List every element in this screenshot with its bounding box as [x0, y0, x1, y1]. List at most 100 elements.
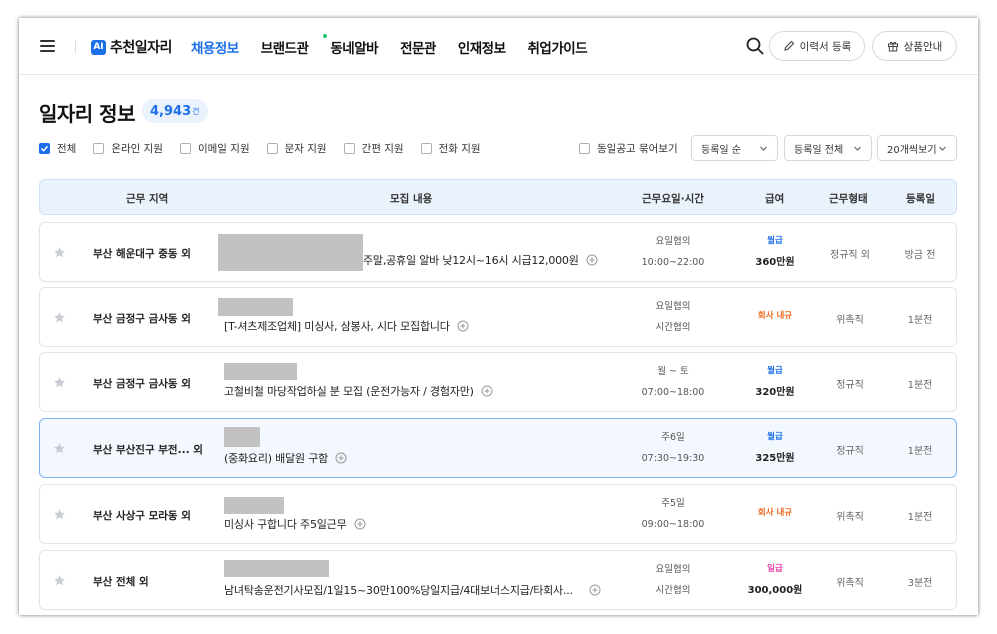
row-pay-amount: 325만원	[755, 453, 795, 464]
nav-talent[interactable]: 인재정보	[458, 37, 506, 57]
product-info-button[interactable]: 상품안내	[872, 31, 957, 61]
checkbox[interactable]	[179, 143, 191, 154]
filter-online[interactable]: 온라인 지원	[93, 141, 163, 156]
row-registered: 1분전	[907, 380, 933, 391]
checkbox[interactable]	[93, 143, 105, 154]
nav-specialist[interactable]: 전문관	[400, 37, 436, 57]
star-icon[interactable]	[53, 246, 66, 259]
row-hours: 07:00~18:00	[641, 387, 705, 398]
nav-career-guide[interactable]: 취업가이드	[528, 37, 588, 57]
col-content: 모집 내용	[390, 193, 433, 205]
filter-email[interactable]: 이메일 지원	[179, 141, 250, 156]
checkbox[interactable]	[343, 143, 355, 154]
per-page-select[interactable]: 20개씩보기	[877, 135, 957, 161]
period-select[interactable]: 등록일 전체	[784, 135, 872, 161]
row-pay-type: 월급	[767, 432, 783, 442]
redacted-company	[218, 298, 293, 316]
row-employment: 정규직	[836, 446, 864, 457]
filter-simple-label: 간편 지원	[361, 143, 404, 155]
filter-email-label: 이메일 지원	[197, 143, 250, 155]
row-hours: 07:30~19:30	[641, 453, 705, 464]
table-row[interactable]: 부산 금정구 금사동 외 고철비철 마당작업하실 분 모집 (운전가능자 / 경…	[39, 352, 957, 412]
redacted-company	[224, 560, 329, 577]
col-employment: 근무형태	[829, 193, 868, 205]
search-icon[interactable]	[745, 36, 765, 56]
row-pay: 일급 300,000원	[740, 559, 810, 601]
table-row[interactable]: 부산 사상구 모라동 외 미싱사 구합니다 주5일근무 주5일 09:00~18:…	[39, 484, 957, 544]
row-registered: 3분전	[907, 578, 933, 589]
row-schedule: 월 ~ 토 07:00~18:00	[622, 361, 724, 403]
row-registered: 1분전	[907, 446, 933, 457]
sort-select[interactable]: 등록일 순	[691, 135, 778, 161]
table-row[interactable]: 부산 해운대구 중동 외 주말,공휴일 알바 낮12시~16시 시급12,000…	[39, 222, 957, 282]
row-content[interactable]: 남녀탁송운전기사모집/1일15~30만100%당일지급/4대보너스지급/타회사.…	[224, 582, 601, 598]
ai-recommend-label: 추천일자리	[110, 40, 172, 56]
row-employment: 위촉직	[836, 578, 864, 589]
filter-sms[interactable]: 문자 지원	[266, 141, 327, 156]
star-icon[interactable]	[53, 442, 66, 455]
checkbox[interactable]	[266, 143, 278, 154]
row-content[interactable]: (중화요리) 배달원 구함	[224, 450, 347, 466]
result-count-badge: 4,943 건	[142, 99, 208, 123]
filter-phone[interactable]: 전화 지원	[420, 141, 481, 156]
row-hours: 시간협의	[655, 585, 691, 596]
row-location: 부산 해운대구 중동 외	[93, 248, 191, 260]
row-title: 주말,공휴일 알바 낮12시~16시 시급12,000원	[363, 254, 579, 267]
nav-brands[interactable]: 브랜드관	[261, 37, 309, 57]
ai-badge: AI	[91, 39, 106, 55]
row-schedule: 요일협의 10:00~22:00	[622, 231, 724, 273]
check-icon	[40, 145, 49, 152]
row-content[interactable]: 미싱사 구합니다 주5일근무	[224, 516, 366, 532]
gift-icon	[887, 41, 898, 52]
row-schedule: 주5일 09:00~18:00	[622, 493, 724, 535]
hamburger-icon[interactable]	[40, 40, 55, 52]
row-content[interactable]: 주말,공휴일 알바 낮12시~16시 시급12,000원	[363, 252, 598, 268]
row-pay-amount: 320만원	[755, 387, 795, 398]
row-days: 주5일	[661, 498, 685, 509]
group-same-posts[interactable]: 동일공고 묶어보기	[579, 141, 678, 156]
ai-recommend-link[interactable]: AI 추천일자리	[91, 37, 172, 57]
star-icon[interactable]	[53, 508, 66, 521]
filter-phone-label: 전화 지원	[438, 143, 481, 155]
table-row-selected[interactable]: 부산 부산진구 부전... 외 (중화요리) 배달원 구함 주6일 07:30~1…	[39, 418, 957, 478]
plus-circle-icon[interactable]	[586, 254, 598, 266]
table-row[interactable]: 부산 금정구 금사동 외 [T-셔츠제조업체] 미싱사, 삼봉사, 시다 모집합…	[39, 287, 957, 347]
plus-circle-icon[interactable]	[335, 452, 347, 464]
row-pay: 월급 320만원	[740, 361, 810, 403]
top-navigation-bar: AI 추천일자리 채용정보 브랜드관 동네알바 전문관 인재정보 취업가이드 이…	[19, 18, 978, 75]
plus-circle-icon[interactable]	[354, 518, 366, 530]
row-employment: 정규직	[836, 380, 864, 391]
page-title: 일자리 정보	[39, 102, 135, 126]
plus-circle-icon[interactable]	[457, 320, 469, 332]
checkbox-checked[interactable]	[39, 143, 50, 154]
plus-circle-icon[interactable]	[481, 385, 493, 397]
plus-circle-icon[interactable]	[589, 584, 601, 596]
checkbox[interactable]	[420, 143, 432, 154]
col-pay: 급여	[765, 193, 785, 205]
col-location: 근무 지역	[126, 193, 169, 205]
row-employment: 위촉직	[836, 512, 864, 523]
filter-all[interactable]: 전체	[39, 141, 76, 156]
row-content[interactable]: [T-셔츠제조업체] 미싱사, 삼봉사, 시다 모집합니다	[224, 318, 469, 334]
star-icon[interactable]	[53, 574, 66, 587]
filter-simple[interactable]: 간편 지원	[343, 141, 404, 156]
chevron-down-icon	[760, 146, 767, 151]
table-row[interactable]: 부산 전체 외 남녀탁송운전기사모집/1일15~30만100%당일지급/4대보너…	[39, 550, 957, 610]
nav-jobs[interactable]: 채용정보	[191, 37, 239, 57]
redacted-company	[218, 234, 363, 271]
row-location: 부산 금정구 금사동 외	[93, 313, 191, 325]
register-resume-button[interactable]: 이력서 등록	[769, 31, 865, 61]
row-pay-amount: 300,000원	[747, 585, 803, 596]
row-employment: 위촉직	[836, 315, 864, 326]
apply-method-filters: 전체 온라인 지원 이메일 지원 문자 지원 간편 지원 전화 지원	[39, 141, 498, 156]
row-pay: 회사 내규	[740, 503, 810, 524]
star-icon[interactable]	[53, 311, 66, 324]
row-title: [T-셔츠제조업체] 미싱사, 삼봉사, 시다 모집합니다	[224, 320, 450, 333]
checkbox[interactable]	[579, 143, 590, 154]
row-content[interactable]: 고철비철 마당작업하실 분 모집 (운전가능자 / 경험자만)	[224, 383, 493, 399]
row-pay-type: 월급	[767, 366, 783, 376]
star-icon[interactable]	[53, 376, 66, 389]
row-location: 부산 사상구 모라동 외	[93, 510, 191, 522]
nav-local-jobs[interactable]: 동네알바	[323, 34, 379, 57]
row-pay-type: 회사 내규	[757, 508, 793, 518]
